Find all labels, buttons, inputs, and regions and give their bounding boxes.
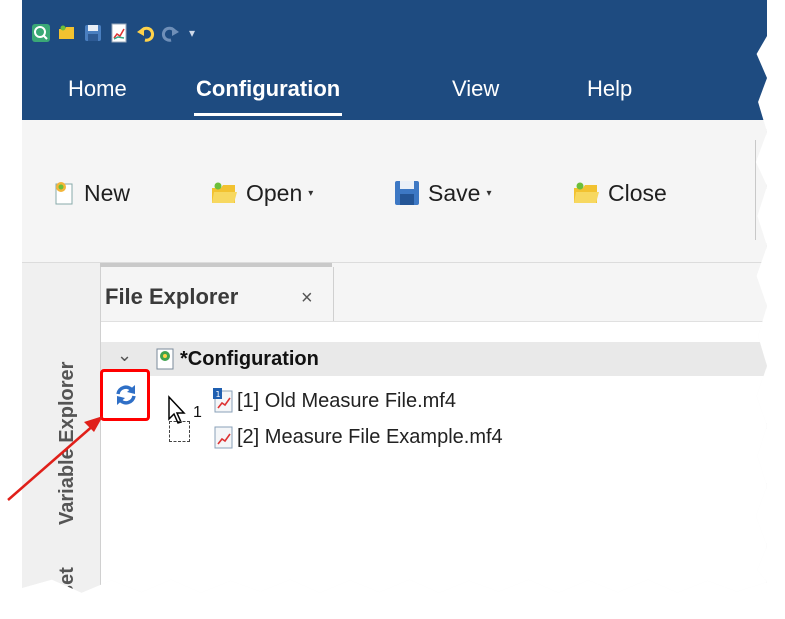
drag-count: 1 — [193, 404, 202, 421]
drag-ghost-box — [169, 421, 190, 442]
open-button-label: Open — [246, 179, 303, 206]
open-folder-icon[interactable] — [57, 23, 77, 43]
svg-text:1: 1 — [216, 390, 221, 399]
save-button-label: Save — [428, 179, 481, 206]
open-button[interactable]: Open ▾ — [210, 175, 313, 211]
root-label: *Configuration — [180, 348, 319, 370]
close-button-label: Close — [608, 179, 667, 206]
tab-variable-explorer[interactable]: Variable Explorer — [56, 362, 79, 525]
close-folder-icon — [574, 182, 599, 203]
tab-help[interactable]: Help — [587, 76, 632, 102]
report-icon[interactable] — [109, 23, 129, 43]
measure-file-icon: 1 — [213, 388, 233, 413]
side-panel-tabs: Variable Explorer set — [22, 263, 101, 593]
file-label: [2] Measure File Example.mf4 — [237, 426, 503, 448]
panel-title: File Explorer — [105, 284, 239, 309]
file-explorer-panel: File Explorer × ⌄ *Configuration 1 [1] O… — [101, 267, 767, 593]
application-window: ▾ Home Configuration View Help New Open … — [22, 0, 767, 593]
tab-configuration[interactable]: Configuration — [193, 76, 343, 116]
close-panel-icon[interactable]: × — [301, 287, 313, 310]
new-button-label: New — [84, 179, 131, 206]
ribbon-separator — [755, 140, 756, 240]
new-document-icon — [55, 182, 73, 205]
open-dropdown-icon[interactable]: ▾ — [308, 188, 313, 199]
tab-view[interactable]: View — [452, 76, 499, 102]
configuration-icon — [156, 348, 174, 370]
close-button[interactable]: Close — [572, 175, 667, 211]
tab-home[interactable]: Home — [68, 76, 127, 102]
save-button[interactable]: Save ▾ — [394, 175, 491, 211]
customize-toolbar-icon[interactable]: ▾ — [189, 26, 195, 40]
title-bar: ▾ Home Configuration View Help — [22, 0, 767, 120]
undo-icon[interactable] — [135, 23, 155, 43]
panel-header: File Explorer × — [101, 267, 767, 322]
save-icon — [395, 181, 419, 205]
tab-file-explorer[interactable]: File Explorer × — [101, 267, 334, 321]
app-logo-icon[interactable] — [31, 23, 51, 43]
refresh-button[interactable] — [100, 369, 150, 421]
quick-access-toolbar: ▾ — [31, 20, 195, 46]
save-icon[interactable] — [83, 23, 103, 43]
tree-root-row[interactable]: ⌄ *Configuration — [101, 342, 767, 376]
file-label: [1] Old Measure File.mf4 — [237, 390, 456, 412]
open-folder-icon — [212, 182, 237, 203]
redo-icon[interactable] — [161, 23, 181, 43]
collapse-chevron-icon[interactable]: ⌄ — [117, 345, 132, 366]
ribbon: New Open ▾ Save ▾ Close — [22, 120, 767, 263]
new-button[interactable]: New — [52, 175, 130, 211]
save-dropdown-icon[interactable]: ▾ — [486, 188, 491, 199]
tab-dataset[interactable]: set — [56, 567, 79, 593]
refresh-icon — [116, 385, 136, 405]
measure-file-icon — [214, 426, 233, 449]
